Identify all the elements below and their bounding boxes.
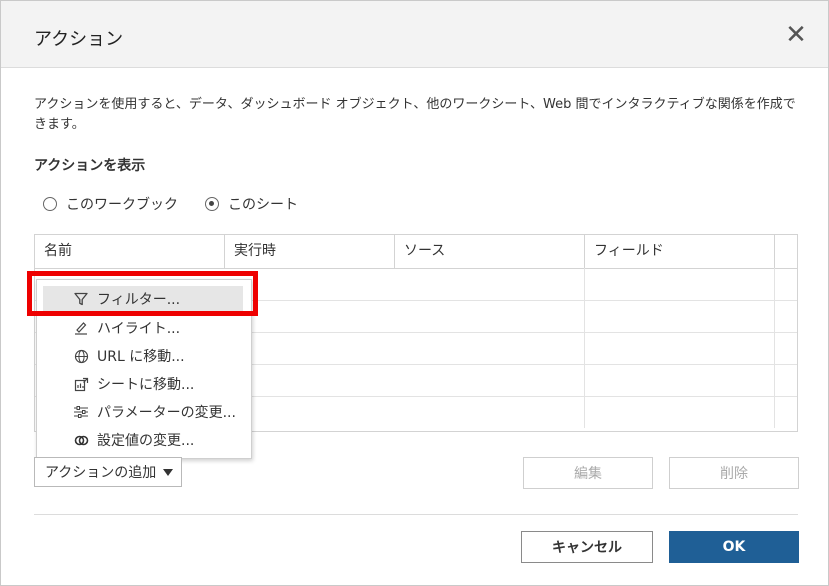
menu-item-label: パラメーターの変更... [97, 405, 236, 421]
table-header: 名前 実行時 ソース フィールド [35, 235, 797, 269]
menu-item-label: フィルター... [97, 292, 181, 308]
radio-this-sheet[interactable]: このシート [205, 194, 298, 214]
add-action-label: アクションの追加 [45, 465, 157, 481]
radio-button-checked[interactable] [205, 197, 219, 211]
chevron-down-icon [163, 469, 173, 476]
close-icon: ✕ [785, 20, 807, 50]
table-cell [585, 268, 775, 300]
column-header-run-on[interactable]: 実行時 [225, 235, 395, 268]
menu-item-go-to-sheet[interactable]: シートに移動... [43, 371, 243, 397]
menu-item-label: 設定値の変更... [97, 433, 195, 449]
menu-item-label: URL に移動... [97, 349, 185, 365]
table-cell [585, 332, 775, 364]
add-action-menu: フィルター... ハイライト... URL に移動... シートに移動... パ… [36, 279, 252, 459]
show-actions-label: アクションを表示 [34, 158, 146, 174]
dialog-description: アクションを使用すると、データ、ダッシュボード オブジェクト、他のワークシート、… [34, 97, 796, 132]
sliders-icon [71, 403, 91, 421]
delete-button[interactable]: 削除 [669, 457, 799, 489]
menu-item-label: シートに移動... [97, 377, 195, 393]
column-header-source[interactable]: ソース [395, 235, 585, 268]
menu-item-go-to-url[interactable]: URL に移動... [43, 343, 243, 369]
menu-item-change-set-values[interactable]: 設定値の変更... [43, 427, 243, 453]
radio-label: このシート [228, 197, 298, 213]
table-cell [395, 300, 585, 332]
table-cell [395, 364, 585, 396]
radio-this-workbook[interactable]: このワークブック [43, 194, 178, 214]
highlight-pen-icon [71, 319, 91, 337]
set-values-icon [71, 431, 91, 449]
ok-button[interactable]: OK [669, 531, 799, 563]
globe-icon [71, 347, 91, 365]
menu-item-label: ハイライト... [97, 321, 181, 337]
edit-button[interactable]: 編集 [523, 457, 653, 489]
actions-dialog: アクション ✕ アクションを使用すると、データ、ダッシュボード オブジェクト、他… [0, 0, 829, 586]
radio-button[interactable] [43, 197, 57, 211]
menu-item-highlight[interactable]: ハイライト... [43, 315, 243, 341]
sheet-jump-icon [71, 375, 91, 393]
column-header-field[interactable]: フィールド [585, 235, 775, 268]
table-cell [585, 396, 775, 428]
filter-icon [71, 290, 91, 308]
dialog-titlebar: アクション ✕ [1, 1, 828, 68]
dialog-title: アクション [34, 29, 124, 50]
add-action-dropdown[interactable]: アクションの追加 [34, 457, 182, 487]
footer-divider [34, 514, 798, 515]
cancel-button[interactable]: キャンセル [521, 531, 653, 563]
table-cell [585, 364, 775, 396]
close-button[interactable]: ✕ [782, 21, 810, 49]
menu-item-change-parameter[interactable]: パラメーターの変更... [43, 399, 243, 425]
column-header-name[interactable]: 名前 [35, 235, 225, 268]
radio-label: このワークブック [66, 197, 178, 213]
table-cell [395, 268, 585, 300]
table-cell [585, 300, 775, 332]
menu-item-filter[interactable]: フィルター... [43, 286, 243, 312]
table-cell [395, 332, 585, 364]
table-cell [395, 396, 585, 428]
